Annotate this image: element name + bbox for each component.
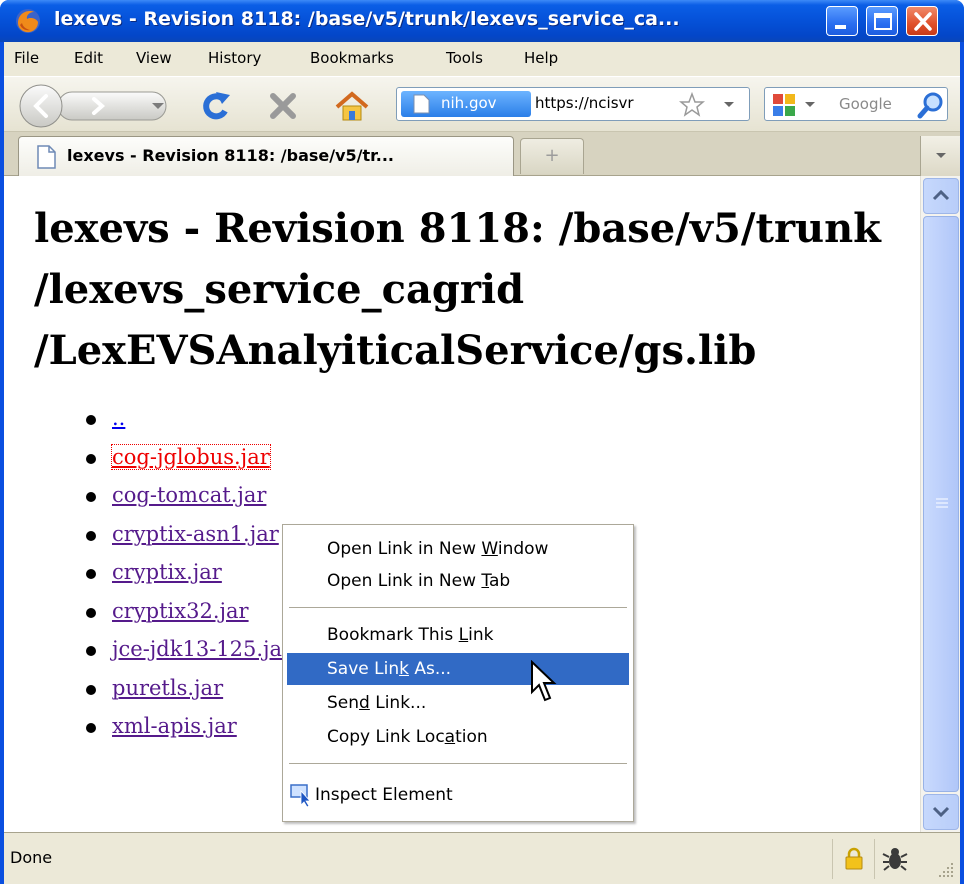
navigation-toolbar: nih.gov https://ncisvr Google bbox=[4, 76, 960, 132]
list-item: jce-jdk13-125.jar bbox=[4, 633, 292, 672]
maximize-button[interactable] bbox=[866, 6, 898, 36]
tab-label: lexevs - Revision 8118: /base/v5/tr... bbox=[67, 146, 394, 165]
menu-item-label: Save Link As... bbox=[327, 659, 452, 679]
menu-item-save-link-as[interactable]: Save Link As... bbox=[287, 653, 629, 685]
minimize-icon bbox=[835, 25, 846, 29]
menu-bookmarks[interactable]: Bookmarks bbox=[310, 49, 394, 67]
maximize-icon bbox=[874, 13, 892, 30]
file-link-xml-apis[interactable]: xml-apis.jar bbox=[112, 714, 237, 738]
window-title: lexevs - Revision 8118: /base/v5/trunk/l… bbox=[54, 8, 680, 30]
url-text: https://ncisvr bbox=[535, 94, 634, 112]
menu-tools[interactable]: Tools bbox=[446, 49, 483, 67]
scroll-thumb[interactable] bbox=[923, 216, 959, 792]
grip-icon bbox=[936, 498, 948, 508]
resize-grip-icon[interactable] bbox=[934, 859, 956, 881]
new-tab-button[interactable]: + bbox=[520, 138, 584, 174]
minimize-button[interactable] bbox=[826, 6, 858, 36]
tab-bar: lexevs - Revision 8118: /base/v5/tr... + bbox=[4, 132, 960, 176]
file-list: .. cog-jglobus.jar cog-tomcat.jar crypti… bbox=[4, 402, 292, 749]
list-item: cog-tomcat.jar bbox=[4, 479, 292, 518]
list-item: cryptix.jar bbox=[4, 556, 292, 595]
page-icon bbox=[413, 94, 430, 114]
stop-icon[interactable] bbox=[266, 91, 300, 121]
tab-list-button[interactable] bbox=[920, 136, 960, 176]
file-link-cog-tomcat[interactable]: cog-tomcat.jar bbox=[112, 483, 266, 507]
file-link-cryptix32[interactable]: cryptix32.jar bbox=[112, 599, 249, 623]
menu-item-open-link-new-window[interactable]: Open Link in New Window bbox=[287, 533, 629, 565]
menu-edit[interactable]: Edit bbox=[74, 49, 103, 67]
history-dropdown-button[interactable] bbox=[142, 91, 170, 121]
search-icon[interactable] bbox=[917, 91, 945, 119]
close-icon bbox=[914, 12, 932, 31]
parent-directory-link[interactable]: .. bbox=[112, 406, 125, 430]
menu-item-copy-link-location[interactable]: Copy Link Location bbox=[287, 721, 629, 753]
list-item: xml-apis.jar bbox=[4, 710, 292, 749]
menu-view[interactable]: View bbox=[136, 49, 172, 67]
file-link-jce-jdk13[interactable]: jce-jdk13-125.jar bbox=[112, 637, 292, 661]
file-link-cog-jglobus[interactable]: cog-jglobus.jar bbox=[111, 443, 271, 470]
search-bar[interactable]: Google bbox=[764, 87, 948, 121]
menu-file[interactable]: File bbox=[14, 49, 39, 67]
menu-item-inspect-element[interactable]: Inspect Element bbox=[287, 779, 629, 811]
menu-item-label: Open Link in New Window bbox=[327, 539, 549, 559]
close-button[interactable] bbox=[906, 6, 938, 36]
title-bar[interactable]: lexevs - Revision 8118: /base/v5/trunk/l… bbox=[0, 0, 964, 42]
reload-icon[interactable] bbox=[198, 89, 234, 123]
context-menu: Open Link in New Window Open Link in New… bbox=[282, 524, 634, 822]
file-link-puretls[interactable]: puretls.jar bbox=[112, 676, 223, 700]
menu-item-label: Open Link in New Tab bbox=[327, 571, 511, 591]
google-search-engine-icon[interactable] bbox=[771, 92, 827, 118]
menu-item-label: Send Link... bbox=[327, 693, 427, 713]
list-item: .. bbox=[4, 402, 292, 441]
status-text: Done bbox=[10, 848, 53, 867]
security-indicator[interactable] bbox=[832, 839, 872, 879]
list-item: cryptix-asn1.jar bbox=[4, 518, 292, 557]
menu-item-send-link[interactable]: Send Link... bbox=[287, 687, 629, 719]
menu-item-bookmark-link[interactable]: Bookmark This Link bbox=[287, 619, 629, 651]
search-input[interactable]: Google bbox=[839, 95, 892, 113]
menu-history[interactable]: History bbox=[208, 49, 261, 67]
home-icon[interactable] bbox=[334, 89, 370, 123]
menu-item-label: Copy Link Location bbox=[327, 727, 488, 747]
lock-icon bbox=[845, 847, 863, 870]
page-icon bbox=[37, 145, 56, 169]
menu-help[interactable]: Help bbox=[524, 49, 558, 67]
url-bar[interactable]: nih.gov https://ncisvr bbox=[396, 87, 750, 121]
url-dropdown-icon[interactable] bbox=[723, 100, 735, 110]
menu-bar: File Edit View History Bookmarks Tools H… bbox=[4, 42, 960, 76]
star-icon[interactable] bbox=[679, 92, 705, 118]
file-link-cryptix[interactable]: cryptix.jar bbox=[112, 560, 222, 584]
status-bar: Done bbox=[4, 832, 960, 884]
menu-item-open-link-new-tab[interactable]: Open Link in New Tab bbox=[287, 565, 629, 597]
chevron-up-icon bbox=[932, 189, 950, 201]
menu-item-label: Inspect Element bbox=[315, 785, 453, 805]
firefox-icon bbox=[16, 9, 40, 33]
mouse-cursor-icon bbox=[531, 660, 557, 702]
menu-item-label: Bookmark This Link bbox=[327, 625, 494, 645]
menu-separator bbox=[289, 607, 627, 608]
firebug-indicator[interactable] bbox=[874, 839, 914, 879]
site-identity-button[interactable]: nih.gov bbox=[401, 91, 531, 117]
back-button[interactable] bbox=[18, 83, 64, 129]
site-identity-label: nih.gov bbox=[441, 94, 497, 112]
page-title: lexevs - Revision 8118: /base/v5/trunk /… bbox=[34, 205, 881, 374]
forward-button[interactable] bbox=[82, 91, 132, 121]
scroll-up-button[interactable] bbox=[923, 178, 959, 214]
scroll-down-button[interactable] bbox=[923, 794, 959, 830]
tab-lexevs[interactable]: lexevs - Revision 8118: /base/v5/tr... bbox=[18, 136, 514, 176]
chevron-down-icon bbox=[932, 806, 950, 818]
list-item: cog-jglobus.jar bbox=[4, 441, 292, 480]
list-item: cryptix32.jar bbox=[4, 595, 292, 634]
vertical-scrollbar[interactable] bbox=[920, 176, 960, 832]
bug-icon bbox=[882, 848, 908, 871]
browser-window: lexevs - Revision 8118: /base/v5/trunk/l… bbox=[0, 0, 964, 884]
menu-separator bbox=[289, 763, 627, 764]
chevron-down-icon bbox=[936, 153, 946, 158]
file-link-cryptix-asn1[interactable]: cryptix-asn1.jar bbox=[112, 522, 279, 546]
list-item: puretls.jar bbox=[4, 672, 292, 711]
inspect-icon bbox=[290, 784, 311, 807]
